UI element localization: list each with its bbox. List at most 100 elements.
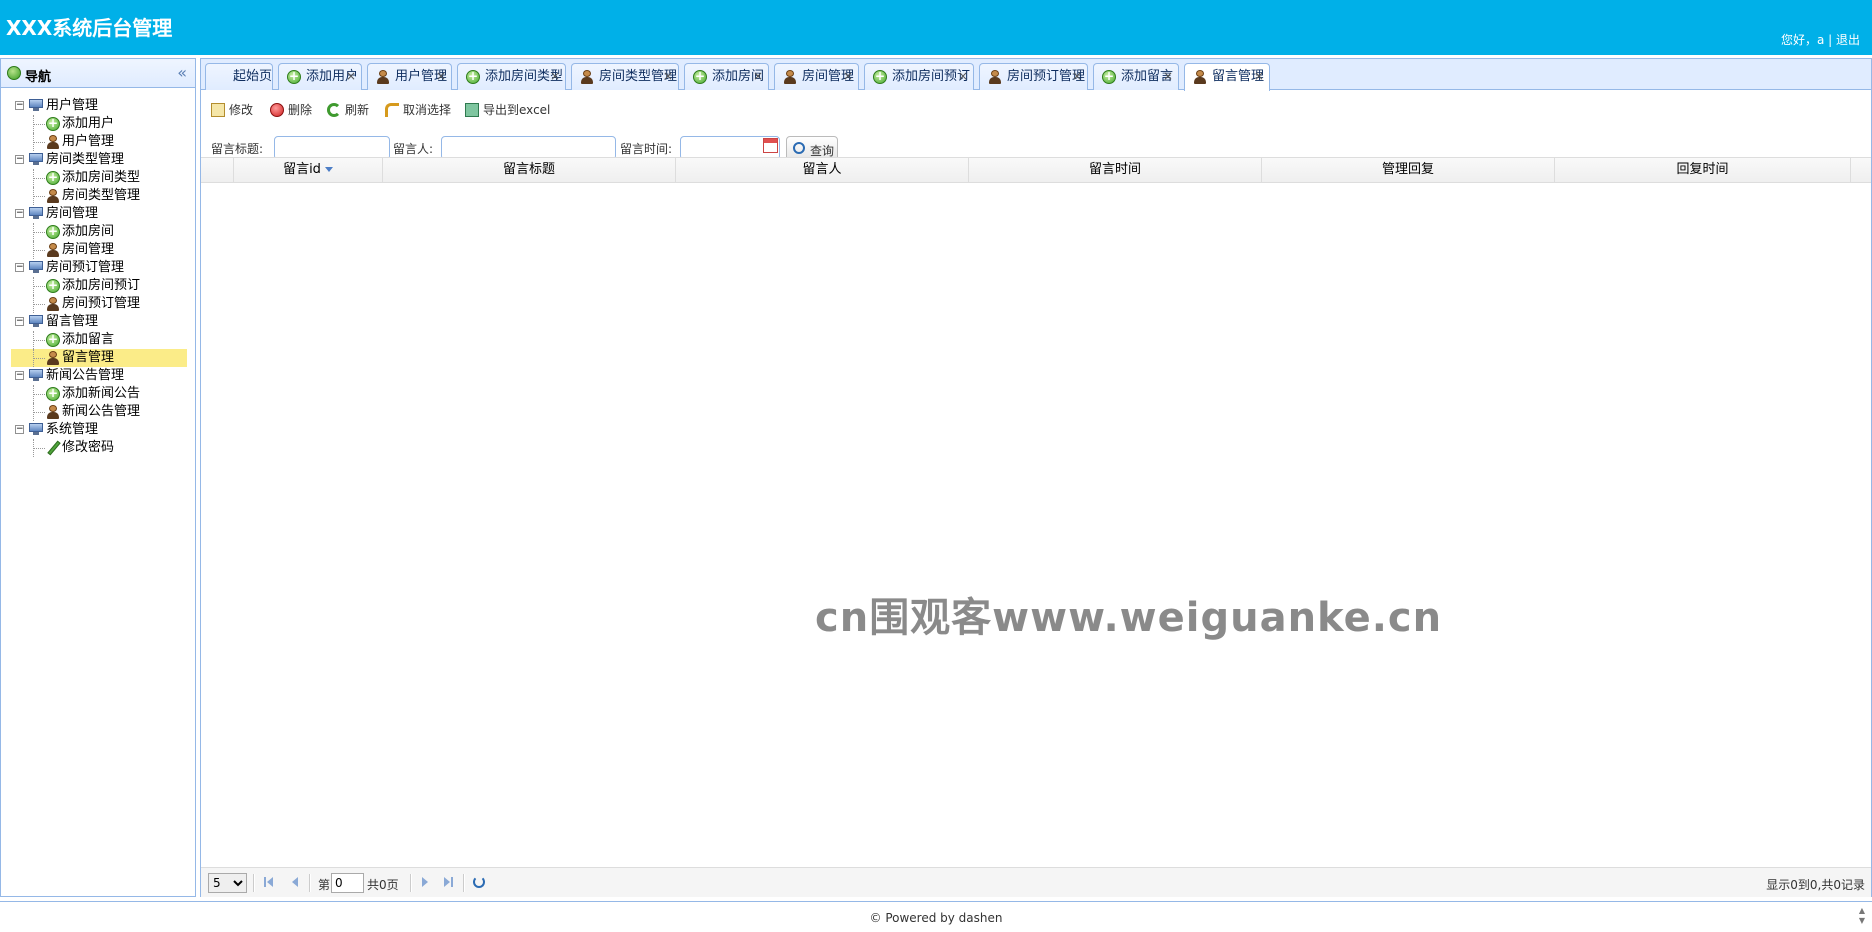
tab[interactable]: + 添加房间类型 × xyxy=(457,63,566,90)
tree-line xyxy=(33,178,45,179)
tree-item[interactable]: 房间类型管理 xyxy=(11,187,187,205)
tab[interactable]: + 添加用户 × xyxy=(278,63,362,90)
footer-scroll-arrows[interactable]: ▲ ▼ xyxy=(1856,906,1868,928)
tab[interactable]: + 添加房间 × xyxy=(684,63,769,90)
tree-item[interactable]: 修改密码 xyxy=(11,439,187,457)
tree-item[interactable]: 房间预订管理 xyxy=(11,295,187,313)
tree-group[interactable]: − 房间管理 xyxy=(11,205,187,223)
tree-group[interactable]: − 留言管理 xyxy=(11,313,187,331)
pager-divider xyxy=(463,874,465,892)
tree-item[interactable]: + 添加新闻公告 xyxy=(11,385,187,403)
edit-button[interactable]: 修改 xyxy=(211,100,259,120)
tab[interactable]: 房间类型管理 × xyxy=(571,63,679,90)
prev-page-icon[interactable] xyxy=(289,876,301,888)
close-icon[interactable]: × xyxy=(843,64,853,89)
delete-button[interactable]: 删除 xyxy=(270,100,318,120)
tab[interactable]: 房间预订管理 × xyxy=(979,63,1088,90)
close-icon[interactable]: × xyxy=(753,64,763,89)
tree-item[interactable]: + 添加房间预订 xyxy=(11,277,187,295)
column-header-message-id[interactable]: 留言id xyxy=(234,158,383,183)
column-header-reply-time[interactable]: 回复时间 xyxy=(1555,158,1851,183)
tree-item-label: 修改密码 xyxy=(62,440,115,455)
logout-link[interactable]: 退出 xyxy=(1836,33,1860,47)
tree-item-label: 房间类型管理 xyxy=(62,188,141,203)
tree-group[interactable]: − 房间预订管理 xyxy=(11,259,187,277)
tab[interactable]: + 添加房间预订 × xyxy=(864,63,974,90)
calendar-icon[interactable] xyxy=(763,138,778,153)
close-icon[interactable]: × xyxy=(1254,64,1264,89)
folder-computer-icon xyxy=(29,315,43,327)
tree-item[interactable]: + 添加留言 xyxy=(11,331,187,349)
tab[interactable]: 用户管理 × xyxy=(367,63,452,90)
tree-line xyxy=(33,142,45,143)
column-header-admin-reply[interactable]: 管理回复 xyxy=(1262,158,1555,183)
page-number-input[interactable] xyxy=(331,873,364,893)
add-icon: + xyxy=(693,69,707,84)
tree-item[interactable]: 用户管理 xyxy=(11,133,187,151)
close-icon[interactable]: × xyxy=(436,64,446,89)
tree-group[interactable]: − 用户管理 xyxy=(11,97,187,115)
refresh-label: 刷新 xyxy=(345,103,370,117)
collapse-toggle-icon[interactable]: − xyxy=(15,209,24,218)
app-root: XXX系统后台管理 您好，a | 退出 导航 « − 用户管理 + 添加用户 用户管理 −… xyxy=(0,0,1872,932)
collapse-toggle-icon[interactable]: − xyxy=(15,371,24,380)
tab[interactable]: 起始页 xyxy=(205,63,273,90)
collapse-toggle-icon[interactable]: − xyxy=(15,155,24,164)
tab[interactable]: + 添加留言 × xyxy=(1093,63,1179,90)
tree-item[interactable]: 新闻公告管理 xyxy=(11,403,187,421)
close-icon[interactable]: × xyxy=(346,64,356,89)
collapse-toggle-icon[interactable]: − xyxy=(15,101,24,110)
tree-line xyxy=(33,304,45,305)
column-header-author[interactable]: 留言人 xyxy=(676,158,969,183)
collapse-sidebar-button[interactable]: « xyxy=(177,63,187,82)
tab[interactable]: 房间管理 × xyxy=(774,63,859,90)
reload-icon[interactable] xyxy=(473,876,485,888)
folder-computer-icon xyxy=(29,153,43,165)
first-page-icon[interactable] xyxy=(263,876,275,888)
nav-tree: − 用户管理 + 添加用户 用户管理 − 房间类型管理 + 添加房间类型 房间类型管理 − 房间管理 +… xyxy=(11,97,187,457)
close-icon[interactable]: × xyxy=(550,64,560,89)
tree-group[interactable]: − 新闻公告管理 xyxy=(11,367,187,385)
header-bar: XXX系统后台管理 您好，a | 退出 xyxy=(0,0,1872,55)
tree-group[interactable]: − 系统管理 xyxy=(11,421,187,439)
column-header-message-time[interactable]: 留言时间 xyxy=(969,158,1262,183)
delete-icon xyxy=(270,103,284,117)
tab[interactable]: 留言管理 × xyxy=(1184,63,1270,91)
footer-text: © Powered by dashen xyxy=(869,911,1003,925)
collapse-toggle-icon[interactable]: − xyxy=(15,317,24,326)
tree-item-label: 添加房间 xyxy=(62,224,115,239)
column-header-message-title[interactable]: 留言标题 xyxy=(383,158,676,183)
last-page-icon[interactable] xyxy=(443,876,455,888)
sort-desc-icon xyxy=(324,167,333,172)
export-excel-button[interactable]: 导出到excel xyxy=(465,100,555,120)
tree-group[interactable]: − 房间类型管理 xyxy=(11,151,187,169)
tree-group-label: 留言管理 xyxy=(46,314,99,329)
tree-item[interactable]: 房间管理 xyxy=(11,241,187,259)
page-size-select[interactable]: 5101520 xyxy=(208,873,247,893)
collapse-toggle-icon[interactable]: − xyxy=(15,263,24,272)
unselect-label: 取消选择 xyxy=(403,103,452,117)
tree-line xyxy=(33,358,45,359)
title-search-label: 留言标题: xyxy=(211,142,264,156)
unselect-button[interactable]: 取消选择 xyxy=(385,100,457,120)
collapse-toggle-icon[interactable]: − xyxy=(15,425,24,434)
tree-group-label: 系统管理 xyxy=(46,422,99,437)
tree-item[interactable]: + 添加房间类型 xyxy=(11,169,187,187)
grid-rownum-header xyxy=(201,158,234,183)
close-icon[interactable]: × xyxy=(1163,64,1173,89)
tree-item[interactable]: + 添加房间 xyxy=(11,223,187,241)
tree-item-label: 房间预订管理 xyxy=(62,296,141,311)
tree-item-label: 新闻公告管理 xyxy=(62,404,141,419)
next-page-icon[interactable] xyxy=(419,876,431,888)
folder-computer-icon xyxy=(29,207,43,219)
close-icon[interactable]: × xyxy=(1072,64,1082,89)
tree-item[interactable]: 留言管理 xyxy=(11,349,187,367)
greeting-text: 您好，a xyxy=(1780,33,1825,47)
tree-item[interactable]: + 添加用户 xyxy=(11,115,187,133)
page-total: 共0页 xyxy=(367,878,399,892)
close-icon[interactable]: × xyxy=(663,64,673,89)
tree-line xyxy=(33,286,45,287)
close-icon[interactable]: × xyxy=(958,64,968,89)
tree-line xyxy=(33,448,45,449)
refresh-button[interactable]: 刷新 xyxy=(327,100,375,120)
